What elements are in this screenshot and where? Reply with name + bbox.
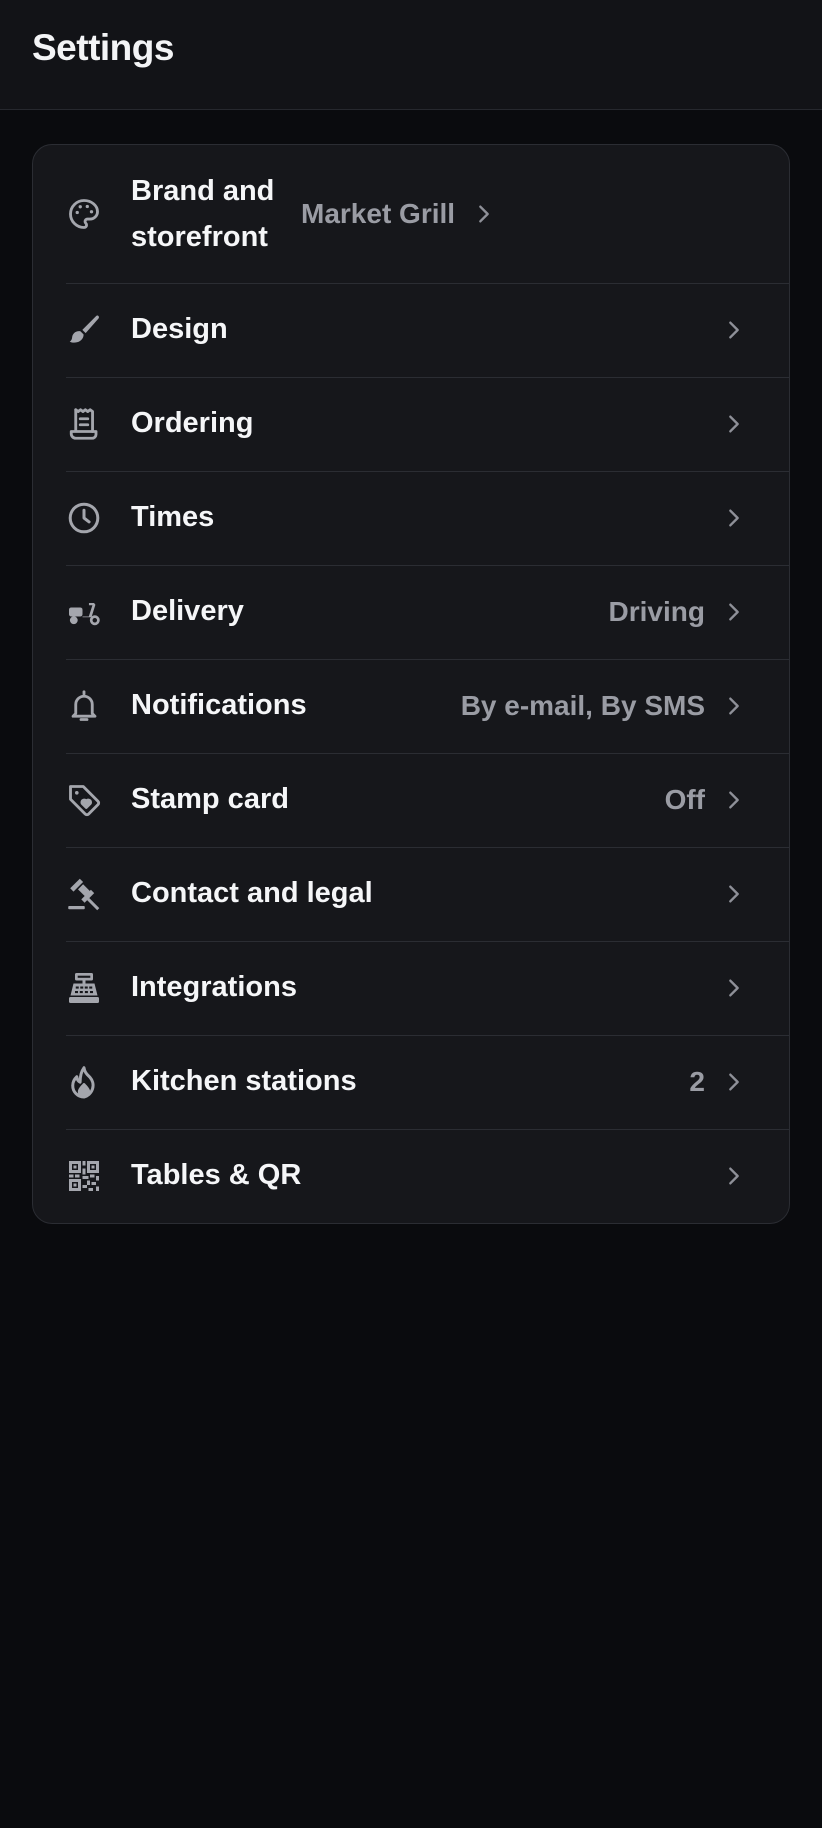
chevron-right-icon <box>723 319 745 341</box>
cash-register-icon <box>66 970 102 1006</box>
chevron-right-icon <box>723 977 745 999</box>
settings-item-label: Ordering <box>131 407 254 440</box>
chevron-right-icon <box>723 883 745 905</box>
chevron-right-icon <box>723 789 745 811</box>
settings-item-label: Stamp card <box>131 783 289 816</box>
chevron-right-icon <box>723 1165 745 1187</box>
settings-item-label: Kitchen stations <box>131 1065 357 1098</box>
chevron-right-icon <box>723 413 745 435</box>
chevron-right-icon <box>723 507 745 529</box>
settings-item-label: Times <box>131 501 215 534</box>
settings-item-times[interactable]: Times <box>33 471 789 565</box>
brush-icon <box>66 312 102 348</box>
settings-item-label: Design <box>131 313 228 346</box>
settings-item-value: Driving <box>608 596 705 627</box>
settings-item-brand-and-storefront[interactable]: Brand and storefront Market Grill <box>33 145 789 283</box>
qr-code-icon <box>66 1158 102 1194</box>
gavel-icon <box>66 876 102 912</box>
settings-item-stamp-card[interactable]: Stamp card Off <box>33 753 789 847</box>
page-title: Settings <box>32 26 174 68</box>
chevron-right-icon <box>723 601 745 623</box>
chevron-right-icon <box>723 695 745 717</box>
receipt-icon <box>66 406 102 442</box>
settings-item-label: Delivery <box>131 595 244 628</box>
settings-item-notifications[interactable]: Notifications By e-mail, By SMS <box>33 659 789 753</box>
settings-item-contact-and-legal[interactable]: Contact and legal <box>33 847 789 941</box>
settings-item-value: Market Grill <box>301 198 456 229</box>
settings-item-label: Tables & QR <box>131 1159 302 1192</box>
flame-icon <box>66 1064 102 1100</box>
settings-item-design[interactable]: Design <box>33 283 789 377</box>
bell-icon <box>66 688 102 724</box>
settings-item-kitchen-stations[interactable]: Kitchen stations 2 <box>33 1035 789 1129</box>
settings-item-integrations[interactable]: Integrations <box>33 941 789 1035</box>
tag-heart-icon <box>66 782 102 818</box>
scooter-icon <box>66 594 102 630</box>
chevron-right-icon <box>473 203 495 225</box>
chevron-right-icon <box>723 1071 745 1093</box>
settings-item-label: Brand and storefront <box>131 174 275 253</box>
settings-item-label: Integrations <box>131 971 297 1004</box>
settings-item-label: Notifications <box>131 689 307 722</box>
settings-item-value: 2 <box>689 1066 705 1097</box>
settings-item-value: By e-mail, By SMS <box>460 690 705 721</box>
settings-item-delivery[interactable]: Delivery Driving <box>33 565 789 659</box>
settings-item-tables-and-qr[interactable]: Tables & QR <box>33 1129 789 1223</box>
app-header: Settings <box>0 0 822 110</box>
settings-item-ordering[interactable]: Ordering <box>33 377 789 471</box>
settings-item-value: Off <box>664 784 705 815</box>
clock-icon <box>66 500 102 536</box>
settings-list: Brand and storefront Market Grill Design <box>32 144 790 1224</box>
settings-item-label: Contact and legal <box>131 877 373 910</box>
palette-icon <box>66 196 102 232</box>
